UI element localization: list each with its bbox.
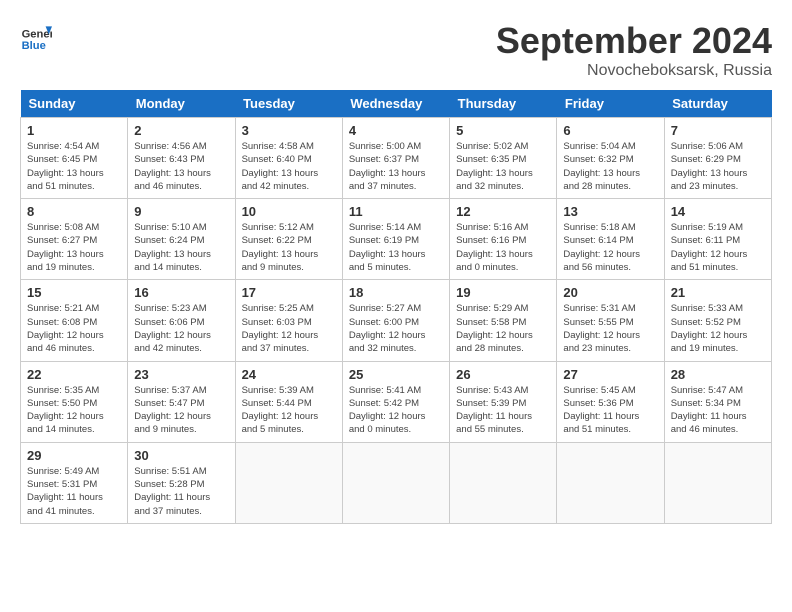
col-wednesday: Wednesday xyxy=(342,90,449,118)
col-tuesday: Tuesday xyxy=(235,90,342,118)
page-header: General Blue September 2024 Novocheboksa… xyxy=(20,20,772,80)
calendar-table: Sunday Monday Tuesday Wednesday Thursday… xyxy=(20,90,772,524)
table-row: 29Sunrise: 5:49 AMSunset: 5:31 PMDayligh… xyxy=(21,442,128,523)
table-row: 30Sunrise: 5:51 AMSunset: 5:28 PMDayligh… xyxy=(128,442,235,523)
calendar-week-5: 29Sunrise: 5:49 AMSunset: 5:31 PMDayligh… xyxy=(21,442,772,523)
table-row: 13Sunrise: 5:18 AMSunset: 6:14 PMDayligh… xyxy=(557,199,664,280)
table-row xyxy=(235,442,342,523)
table-row: 27Sunrise: 5:45 AMSunset: 5:36 PMDayligh… xyxy=(557,361,664,442)
table-row: 4Sunrise: 5:00 AMSunset: 6:37 PMDaylight… xyxy=(342,118,449,199)
table-row: 19Sunrise: 5:29 AMSunset: 5:58 PMDayligh… xyxy=(450,280,557,361)
table-row: 3Sunrise: 4:58 AMSunset: 6:40 PMDaylight… xyxy=(235,118,342,199)
table-row: 5Sunrise: 5:02 AMSunset: 6:35 PMDaylight… xyxy=(450,118,557,199)
col-monday: Monday xyxy=(128,90,235,118)
table-row: 15Sunrise: 5:21 AMSunset: 6:08 PMDayligh… xyxy=(21,280,128,361)
table-row: 7Sunrise: 5:06 AMSunset: 6:29 PMDaylight… xyxy=(664,118,771,199)
logo: General Blue xyxy=(20,20,52,52)
table-row: 26Sunrise: 5:43 AMSunset: 5:39 PMDayligh… xyxy=(450,361,557,442)
table-row: 14Sunrise: 5:19 AMSunset: 6:11 PMDayligh… xyxy=(664,199,771,280)
table-row: 8Sunrise: 5:08 AMSunset: 6:27 PMDaylight… xyxy=(21,199,128,280)
col-thursday: Thursday xyxy=(450,90,557,118)
col-saturday: Saturday xyxy=(664,90,771,118)
calendar-header-row: Sunday Monday Tuesday Wednesday Thursday… xyxy=(21,90,772,118)
table-row: 10Sunrise: 5:12 AMSunset: 6:22 PMDayligh… xyxy=(235,199,342,280)
month-year-title: September 2024 xyxy=(496,20,772,62)
col-sunday: Sunday xyxy=(21,90,128,118)
table-row xyxy=(664,442,771,523)
table-row: 21Sunrise: 5:33 AMSunset: 5:52 PMDayligh… xyxy=(664,280,771,361)
calendar-week-4: 22Sunrise: 5:35 AMSunset: 5:50 PMDayligh… xyxy=(21,361,772,442)
table-row: 11Sunrise: 5:14 AMSunset: 6:19 PMDayligh… xyxy=(342,199,449,280)
table-row: 9Sunrise: 5:10 AMSunset: 6:24 PMDaylight… xyxy=(128,199,235,280)
table-row xyxy=(342,442,449,523)
table-row: 2Sunrise: 4:56 AMSunset: 6:43 PMDaylight… xyxy=(128,118,235,199)
location-subtitle: Novocheboksarsk, Russia xyxy=(496,62,772,80)
calendar-week-1: 1Sunrise: 4:54 AMSunset: 6:45 PMDaylight… xyxy=(21,118,772,199)
table-row: 16Sunrise: 5:23 AMSunset: 6:06 PMDayligh… xyxy=(128,280,235,361)
col-friday: Friday xyxy=(557,90,664,118)
svg-text:Blue: Blue xyxy=(22,40,46,52)
table-row xyxy=(557,442,664,523)
table-row: 12Sunrise: 5:16 AMSunset: 6:16 PMDayligh… xyxy=(450,199,557,280)
table-row: 18Sunrise: 5:27 AMSunset: 6:00 PMDayligh… xyxy=(342,280,449,361)
table-row: 24Sunrise: 5:39 AMSunset: 5:44 PMDayligh… xyxy=(235,361,342,442)
table-row: 25Sunrise: 5:41 AMSunset: 5:42 PMDayligh… xyxy=(342,361,449,442)
title-block: September 2024 Novocheboksarsk, Russia xyxy=(496,20,772,80)
table-row: 17Sunrise: 5:25 AMSunset: 6:03 PMDayligh… xyxy=(235,280,342,361)
table-row xyxy=(450,442,557,523)
table-row: 6Sunrise: 5:04 AMSunset: 6:32 PMDaylight… xyxy=(557,118,664,199)
logo-icon: General Blue xyxy=(20,20,52,52)
calendar-week-2: 8Sunrise: 5:08 AMSunset: 6:27 PMDaylight… xyxy=(21,199,772,280)
table-row: 22Sunrise: 5:35 AMSunset: 5:50 PMDayligh… xyxy=(21,361,128,442)
table-row: 23Sunrise: 5:37 AMSunset: 5:47 PMDayligh… xyxy=(128,361,235,442)
calendar-week-3: 15Sunrise: 5:21 AMSunset: 6:08 PMDayligh… xyxy=(21,280,772,361)
table-row: 20Sunrise: 5:31 AMSunset: 5:55 PMDayligh… xyxy=(557,280,664,361)
table-row: 1Sunrise: 4:54 AMSunset: 6:45 PMDaylight… xyxy=(21,118,128,199)
table-row: 28Sunrise: 5:47 AMSunset: 5:34 PMDayligh… xyxy=(664,361,771,442)
